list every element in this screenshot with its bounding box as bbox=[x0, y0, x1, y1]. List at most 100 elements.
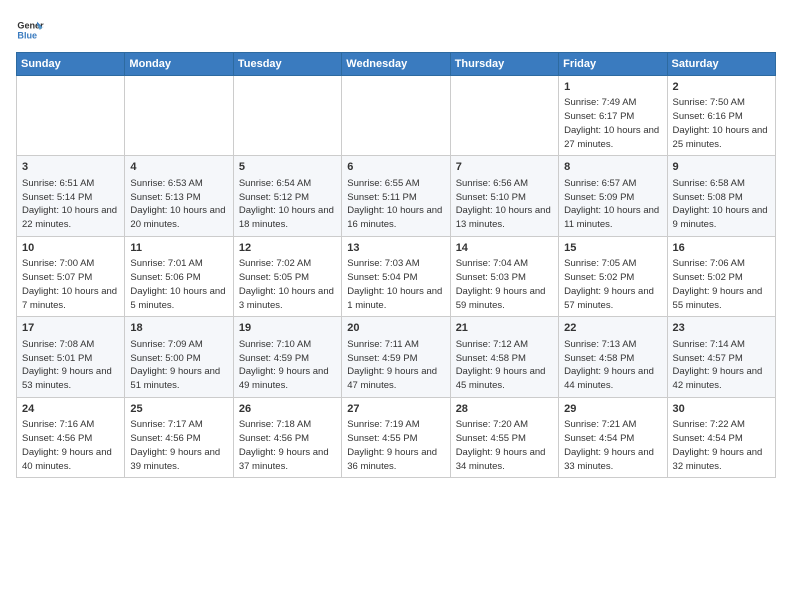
calendar-cell bbox=[450, 76, 558, 156]
day-number: 21 bbox=[456, 321, 553, 336]
calendar: SundayMondayTuesdayWednesdayThursdayFrid… bbox=[16, 52, 776, 478]
day-number: 24 bbox=[22, 402, 119, 417]
day-info: Sunrise: 6:58 AM Sunset: 5:08 PM Dayligh… bbox=[673, 177, 770, 232]
weekday-header-saturday: Saturday bbox=[667, 53, 775, 76]
day-info: Sunrise: 7:08 AM Sunset: 5:01 PM Dayligh… bbox=[22, 338, 119, 393]
calendar-cell: 18 Sunrise: 7:09 AM Sunset: 5:00 PM Dayli… bbox=[125, 317, 233, 397]
calendar-cell: 10Sunrise: 7:00 AM Sunset: 5:07 PM Dayli… bbox=[17, 236, 125, 316]
day-number: 27 bbox=[347, 402, 444, 417]
calendar-cell: 13Sunrise: 7:03 AM Sunset: 5:04 PM Dayli… bbox=[342, 236, 450, 316]
day-number: 10 bbox=[22, 241, 119, 256]
day-info: Sunrise: 7:50 AM Sunset: 6:16 PM Dayligh… bbox=[673, 96, 770, 151]
day-info: Sunrise: 6:53 AM Sunset: 5:13 PM Dayligh… bbox=[130, 177, 227, 232]
calendar-cell: 3Sunrise: 6:51 AM Sunset: 5:14 PM Daylig… bbox=[17, 156, 125, 236]
calendar-cell: 12Sunrise: 7:02 AM Sunset: 5:05 PM Dayli… bbox=[233, 236, 341, 316]
day-info: Sunrise: 7:06 AM Sunset: 5:02 PM Dayligh… bbox=[673, 257, 770, 312]
day-number: 2 bbox=[673, 80, 770, 95]
day-info: Sunrise: 7:09 AM Sunset: 5:00 PM Dayligh… bbox=[130, 338, 227, 393]
calendar-cell: 5 Sunrise: 6:54 AM Sunset: 5:12 PM Daylig… bbox=[233, 156, 341, 236]
day-info: Sunrise: 7:20 AM Sunset: 4:55 PM Dayligh… bbox=[456, 418, 553, 473]
day-number: 12 bbox=[239, 241, 336, 256]
day-info: Sunrise: 7:12 AM Sunset: 4:58 PM Dayligh… bbox=[456, 338, 553, 393]
week-row-2: 3Sunrise: 6:51 AM Sunset: 5:14 PM Daylig… bbox=[17, 156, 776, 236]
day-info: Sunrise: 7:18 AM Sunset: 4:56 PM Dayligh… bbox=[239, 418, 336, 473]
day-number: 17 bbox=[22, 321, 119, 336]
day-number: 20 bbox=[347, 321, 444, 336]
day-info: Sunrise: 7:19 AM Sunset: 4:55 PM Dayligh… bbox=[347, 418, 444, 473]
day-number: 26 bbox=[239, 402, 336, 417]
calendar-cell: 1Sunrise: 7:49 AM Sunset: 6:17 PM Daylig… bbox=[559, 76, 667, 156]
calendar-cell: 26Sunrise: 7:18 AM Sunset: 4:56 PM Dayli… bbox=[233, 397, 341, 477]
day-info: Sunrise: 7:49 AM Sunset: 6:17 PM Dayligh… bbox=[564, 96, 661, 151]
day-info: Sunrise: 6:51 AM Sunset: 5:14 PM Dayligh… bbox=[22, 177, 119, 232]
day-number: 11 bbox=[130, 241, 227, 256]
day-number: 7 bbox=[456, 160, 553, 175]
day-number: 30 bbox=[673, 402, 770, 417]
calendar-cell: 11Sunrise: 7:01 AM Sunset: 5:06 PM Dayli… bbox=[125, 236, 233, 316]
day-info: Sunrise: 6:57 AM Sunset: 5:09 PM Dayligh… bbox=[564, 177, 661, 232]
day-number: 29 bbox=[564, 402, 661, 417]
day-info: Sunrise: 6:54 AM Sunset: 5:12 PM Dayligh… bbox=[239, 177, 336, 232]
weekday-header-friday: Friday bbox=[559, 53, 667, 76]
calendar-cell: 7 Sunrise: 6:56 AM Sunset: 5:10 PM Daylig… bbox=[450, 156, 558, 236]
calendar-cell: 29Sunrise: 7:21 AM Sunset: 4:54 PM Dayli… bbox=[559, 397, 667, 477]
calendar-cell: 19 Sunrise: 7:10 AM Sunset: 4:59 PM Dayli… bbox=[233, 317, 341, 397]
calendar-cell: 24Sunrise: 7:16 AM Sunset: 4:56 PM Dayli… bbox=[17, 397, 125, 477]
day-info: Sunrise: 7:04 AM Sunset: 5:03 PM Dayligh… bbox=[456, 257, 553, 312]
calendar-cell: 14Sunrise: 7:04 AM Sunset: 5:03 PM Dayli… bbox=[450, 236, 558, 316]
logo: General Blue bbox=[16, 16, 48, 44]
day-number: 25 bbox=[130, 402, 227, 417]
day-number: 1 bbox=[564, 80, 661, 95]
day-number: 14 bbox=[456, 241, 553, 256]
calendar-cell bbox=[17, 76, 125, 156]
day-number: 5 bbox=[239, 160, 336, 175]
day-number: 28 bbox=[456, 402, 553, 417]
day-info: Sunrise: 6:55 AM Sunset: 5:11 PM Dayligh… bbox=[347, 177, 444, 232]
logo-icon: General Blue bbox=[16, 16, 44, 44]
day-number: 6 bbox=[347, 160, 444, 175]
day-info: Sunrise: 7:22 AM Sunset: 4:54 PM Dayligh… bbox=[673, 418, 770, 473]
day-info: Sunrise: 7:03 AM Sunset: 5:04 PM Dayligh… bbox=[347, 257, 444, 312]
day-number: 8 bbox=[564, 160, 661, 175]
day-number: 18 bbox=[130, 321, 227, 336]
day-info: Sunrise: 7:16 AM Sunset: 4:56 PM Dayligh… bbox=[22, 418, 119, 473]
day-number: 13 bbox=[347, 241, 444, 256]
day-number: 4 bbox=[130, 160, 227, 175]
calendar-cell: 27Sunrise: 7:19 AM Sunset: 4:55 PM Dayli… bbox=[342, 397, 450, 477]
calendar-cell: 28Sunrise: 7:20 AM Sunset: 4:55 PM Dayli… bbox=[450, 397, 558, 477]
calendar-cell: 2Sunrise: 7:50 AM Sunset: 6:16 PM Daylig… bbox=[667, 76, 775, 156]
day-number: 23 bbox=[673, 321, 770, 336]
day-info: Sunrise: 7:05 AM Sunset: 5:02 PM Dayligh… bbox=[564, 257, 661, 312]
calendar-cell bbox=[125, 76, 233, 156]
weekday-header-thursday: Thursday bbox=[450, 53, 558, 76]
calendar-cell: 25Sunrise: 7:17 AM Sunset: 4:56 PM Dayli… bbox=[125, 397, 233, 477]
week-row-5: 24Sunrise: 7:16 AM Sunset: 4:56 PM Dayli… bbox=[17, 397, 776, 477]
day-info: Sunrise: 6:56 AM Sunset: 5:10 PM Dayligh… bbox=[456, 177, 553, 232]
week-row-3: 10Sunrise: 7:00 AM Sunset: 5:07 PM Dayli… bbox=[17, 236, 776, 316]
header: General Blue bbox=[16, 16, 776, 44]
day-info: Sunrise: 7:13 AM Sunset: 4:58 PM Dayligh… bbox=[564, 338, 661, 393]
day-info: Sunrise: 7:02 AM Sunset: 5:05 PM Dayligh… bbox=[239, 257, 336, 312]
calendar-cell: 20Sunrise: 7:11 AM Sunset: 4:59 PM Dayli… bbox=[342, 317, 450, 397]
day-info: Sunrise: 7:17 AM Sunset: 4:56 PM Dayligh… bbox=[130, 418, 227, 473]
day-info: Sunrise: 7:10 AM Sunset: 4:59 PM Dayligh… bbox=[239, 338, 336, 393]
day-number: 19 bbox=[239, 321, 336, 336]
calendar-cell: 22Sunrise: 7:13 AM Sunset: 4:58 PM Dayli… bbox=[559, 317, 667, 397]
week-row-1: 1Sunrise: 7:49 AM Sunset: 6:17 PM Daylig… bbox=[17, 76, 776, 156]
calendar-cell: 4 Sunrise: 6:53 AM Sunset: 5:13 PM Daylig… bbox=[125, 156, 233, 236]
weekday-header-tuesday: Tuesday bbox=[233, 53, 341, 76]
calendar-cell: 6 Sunrise: 6:55 AM Sunset: 5:11 PM Daylig… bbox=[342, 156, 450, 236]
calendar-cell: 23 Sunrise: 7:14 AM Sunset: 4:57 PM Dayli… bbox=[667, 317, 775, 397]
day-number: 16 bbox=[673, 241, 770, 256]
weekday-header-wednesday: Wednesday bbox=[342, 53, 450, 76]
calendar-cell: 21 Sunrise: 7:12 AM Sunset: 4:58 PM Dayli… bbox=[450, 317, 558, 397]
weekday-header-monday: Monday bbox=[125, 53, 233, 76]
day-info: Sunrise: 7:14 AM Sunset: 4:57 PM Dayligh… bbox=[673, 338, 770, 393]
weekday-header-row: SundayMondayTuesdayWednesdayThursdayFrid… bbox=[17, 53, 776, 76]
calendar-cell: 9Sunrise: 6:58 AM Sunset: 5:08 PM Daylig… bbox=[667, 156, 775, 236]
weekday-header-sunday: Sunday bbox=[17, 53, 125, 76]
calendar-cell: 17 Sunrise: 7:08 AM Sunset: 5:01 PM Dayli… bbox=[17, 317, 125, 397]
week-row-4: 17 Sunrise: 7:08 AM Sunset: 5:01 PM Dayli… bbox=[17, 317, 776, 397]
calendar-cell: 15Sunrise: 7:05 AM Sunset: 5:02 PM Dayli… bbox=[559, 236, 667, 316]
day-info: Sunrise: 7:01 AM Sunset: 5:06 PM Dayligh… bbox=[130, 257, 227, 312]
